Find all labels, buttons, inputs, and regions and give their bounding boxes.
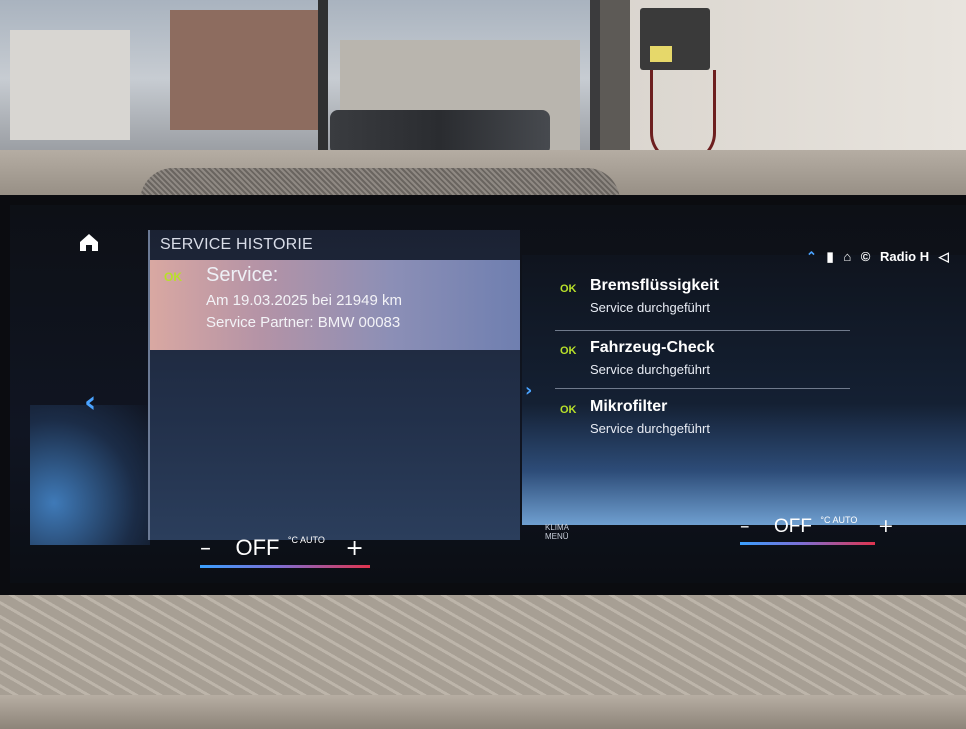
wall-device-screen (650, 46, 672, 62)
wall-device (640, 8, 710, 70)
status-badge: OK (164, 270, 182, 284)
divider (555, 330, 850, 331)
entry-title: Service: (206, 264, 279, 286)
temperature-unit-label: °C AUTO (287, 535, 325, 545)
temperature-unit-label: °C AUTO (820, 515, 858, 525)
media-source[interactable]: Radio H (880, 249, 929, 264)
klima-menu-button[interactable]: KLIMA MENÜ (545, 523, 569, 541)
climate-control-left: – OFF °C AUTO + (200, 535, 370, 568)
menu-label: MENÜ (545, 532, 569, 541)
connectivity-icon: ⌂ (843, 249, 852, 264)
home-icon[interactable] (78, 231, 100, 253)
service-item-title: Fahrzeug-Check (590, 339, 715, 356)
window-frame (318, 0, 328, 175)
service-history-entry[interactable]: OK Service: Am 19.03.2025 bei 21949 km S… (150, 260, 520, 350)
temperature-state[interactable]: OFF (235, 535, 279, 561)
volume-icon[interactable]: ◁ (939, 249, 949, 264)
chevron-left-icon[interactable]: ‹ (84, 385, 96, 420)
temperature-increase-button[interactable]: + (878, 515, 894, 537)
background-building (10, 30, 130, 140)
temperature-decrease-button[interactable]: – (200, 536, 211, 561)
divider (555, 388, 850, 389)
service-item-title: Bremsflüssigkeit (590, 277, 719, 294)
temperature-state[interactable]: OFF (774, 516, 812, 538)
chevron-right-icon[interactable]: › (525, 380, 532, 401)
temperature-increase-button[interactable]: + (345, 536, 363, 561)
background-cars (330, 110, 550, 155)
background-window (0, 0, 600, 175)
entry-date-mileage: Am 19.03.2025 bei 21949 km (206, 292, 402, 309)
service-details-panel (522, 255, 966, 525)
status-bar: ⌃ ▮ ⌂ © Radio H ◁ (800, 249, 949, 265)
infotainment-display: ‹ SERVICE HISTORIE OK Service: Am 19.03.… (10, 205, 966, 583)
dashboard-bottom (0, 595, 966, 729)
klima-label: KLIMA (545, 523, 570, 532)
background-building (170, 10, 320, 130)
temperature-bar (200, 565, 370, 568)
chevron-up-icon[interactable]: ⌃ (806, 249, 817, 264)
service-item-title: Mikrofilter (590, 398, 668, 415)
climate-control-right: – OFF °C AUTO + (740, 515, 894, 545)
radio-icon: © (860, 249, 871, 264)
entry-service-partner: Service Partner: BMW 00083 (206, 314, 401, 331)
service-item-subtitle: Service durchgeführt (590, 421, 710, 436)
panel-title: SERVICE HISTORIE (160, 236, 313, 253)
screen-glow (30, 405, 150, 545)
service-item-subtitle: Service durchgeführt (590, 362, 710, 377)
temperature-decrease-button[interactable]: – (740, 515, 750, 537)
status-badge: OK (560, 404, 577, 416)
phone-icon: ▮ (826, 249, 834, 264)
status-badge: OK (560, 283, 577, 295)
temperature-bar (740, 542, 875, 545)
service-history-panel: SERVICE HISTORIE OK Service: Am 19.03.20… (148, 230, 520, 540)
service-item-subtitle: Service durchgeführt (590, 300, 710, 315)
status-badge: OK (560, 345, 577, 357)
